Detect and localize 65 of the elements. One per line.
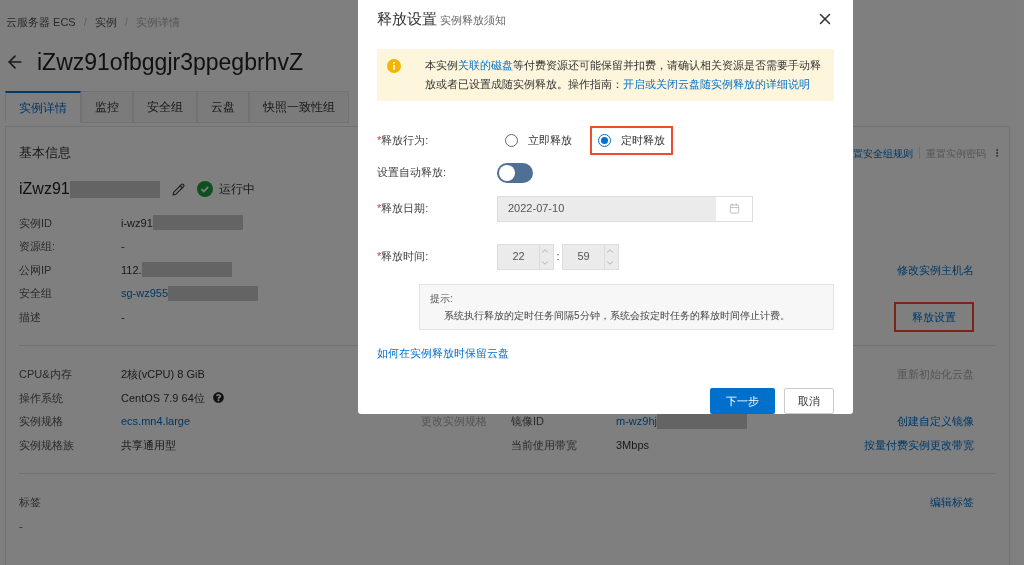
breadcrumb-link[interactable]: 实例 [94, 14, 117, 31]
field-value: 2核(vCPU) 8 GiB [121, 367, 205, 382]
field-label: - [19, 518, 24, 534]
field-label: 镜像ID [511, 415, 544, 427]
radio-option[interactable]: 定时释放 [590, 126, 673, 155]
next-button[interactable]: 下一步 [710, 388, 775, 414]
field-value: CentOS 7.9 64位 [121, 390, 205, 406]
form-label: *释放时间: [377, 249, 430, 265]
action-link[interactable]: 按量付费实例更改带宽 [864, 436, 974, 453]
form-label: 设置自动释放: [377, 165, 448, 181]
breadcrumb-separator: / [83, 15, 87, 30]
field-label: 实例规格族 [19, 437, 75, 453]
field-label: 实例ID [19, 215, 53, 231]
breadcrumb-link[interactable]: 云服务器 ECS [6, 14, 76, 31]
action-link[interactable]: 释放设置 [894, 301, 974, 332]
field-label: 实例规格 [19, 414, 64, 429]
cancel-button[interactable]: 取消 [784, 388, 834, 414]
tip-title: 提示: [430, 291, 454, 306]
check-circle-icon [196, 181, 213, 197]
status-text: 运行中 [218, 181, 255, 198]
field-value: 112. [121, 262, 142, 278]
field-label: CPU&内存 [19, 367, 73, 382]
value-link[interactable]: ecs.mn4.large [121, 413, 191, 430]
value-link[interactable]: sg-wz955 [121, 285, 169, 302]
field-label: 当前使用带宽 [511, 438, 577, 451]
field-value: i-wz91 [121, 215, 153, 231]
disk-link[interactable]: 关联的磁盘 [458, 58, 513, 71]
field-value: - [121, 309, 125, 325]
notice-link[interactable]: 开启或关闭云盘随实例释放的详细说明 [623, 77, 810, 90]
field-label: 安全组 [19, 286, 53, 301]
breadcrumb-separator: / [124, 15, 128, 30]
field-label: 操作系统 [19, 390, 64, 406]
action-link[interactable]: 修改实例主机名 [897, 261, 974, 278]
info-icon [387, 58, 401, 73]
field-value: 共享通用型 [121, 437, 176, 453]
field-value: - [121, 239, 125, 254]
value-link[interactable]: m-wz9hj [616, 413, 657, 430]
form-label: *释放日期: [377, 201, 430, 217]
section-heading: 基本信息 [19, 144, 71, 163]
tab[interactable]: 监控 [81, 91, 133, 123]
tab[interactable]: 安全组 [133, 91, 197, 123]
field-label: 资源组: [19, 239, 57, 254]
dialog-title: 释放设置 [377, 9, 437, 29]
field-label: 公网IP [19, 262, 53, 278]
toggle-switch[interactable] [497, 162, 533, 183]
form-label: *释放行为: [377, 133, 430, 149]
tab[interactable]: 快照一致性组 [249, 91, 349, 123]
action-link[interactable]: 置安全组规则 [853, 145, 913, 161]
field-value: 3Mbps [616, 437, 650, 453]
tab[interactable]: 云盘 [197, 91, 249, 123]
field-label: 标签 [19, 495, 42, 510]
page-title: iZwz91ofbggjr3ppegbrhvZ [37, 47, 303, 77]
help-icon[interactable] [212, 392, 224, 404]
help-link[interactable]: 如何在实例释放时保留云盘 [377, 344, 509, 361]
dialog-subtitle: 实例释放须知 [440, 13, 506, 28]
tip-text: 系统执行释放的定时任务间隔5分钟，系统会按定时任务的释放时间停止计费。 [443, 308, 791, 323]
action-link[interactable]: 创建自定义镜像 [897, 413, 974, 430]
field-label: 描述 [19, 309, 42, 325]
tab[interactable]: 实例详情 [5, 91, 81, 123]
instance-name: iZwz91 [19, 179, 70, 199]
action-link[interactable]: 编辑标签 [930, 494, 974, 511]
edit-icon[interactable] [171, 182, 185, 196]
notice-text: 本实例关联的磁盘等付费资源还可能保留并扣费，请确认相关资源是否需要手动释放或者已设置成随实例释放。操作指南：开启或关闭云盘随实例释放的详细说明 [424, 57, 822, 92]
radio-option[interactable]: 立即释放 [497, 126, 580, 155]
time-separator: : [555, 249, 561, 265]
